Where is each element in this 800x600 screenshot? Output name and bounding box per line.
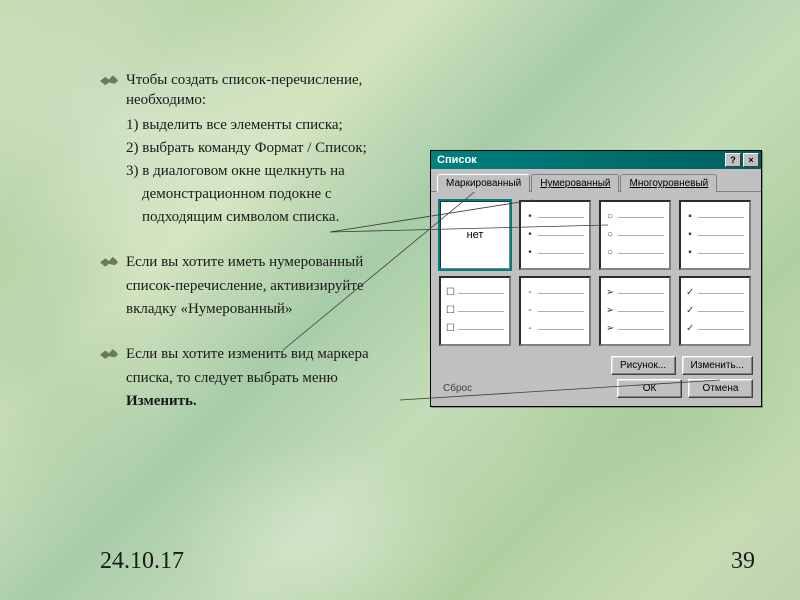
leaf-icon (100, 348, 118, 362)
tab-multilevel-label: Многоуровневый (629, 178, 708, 189)
bullet-3: Если вы хотите изменить вид маркера (100, 344, 410, 364)
bullet-1-item-3c: подходящим символом списка. (142, 207, 410, 228)
cancel-button[interactable]: Отмена (688, 379, 753, 398)
thumbnail-grid: нет • • • ○ ○ ○ ▪ ▪ ▪ ☐ ☐ ☐ - (439, 200, 753, 346)
footer-date: 24.10.17 (100, 548, 184, 575)
tab-numbered[interactable]: Нумерованный (531, 174, 619, 192)
close-button[interactable]: × (743, 153, 759, 167)
bullet-1-item-2: 2) выбрать команду Формат / Список; (126, 138, 410, 159)
bullet-3-line-1: Если вы хотите изменить вид маркера (126, 344, 369, 364)
thumb-arrow[interactable]: ➢ ➢ ➢ (599, 276, 671, 346)
list-dialog: Список ? × Маркированный Нумерованный Мн… (430, 150, 762, 407)
tab-multilevel[interactable]: Многоуровневый (620, 174, 717, 192)
leaf-icon (100, 74, 118, 88)
tab-bulleted-label: Маркированный (446, 178, 521, 189)
bullet-1-item-3b: демонстрационном подокне с (142, 184, 410, 205)
button-row-1: Рисунок... Изменить... (439, 356, 753, 375)
tab-numbered-label: Нумерованный (540, 178, 610, 189)
leaf-icon (100, 256, 118, 270)
thumb-checkbox[interactable]: ☐ ☐ ☐ (439, 276, 511, 346)
titlebar[interactable]: Список ? × (431, 151, 761, 169)
footer-page-number: 39 (731, 548, 755, 575)
bullet-1: Чтобы создать список-перечисление, необх… (100, 70, 410, 111)
bullet-2-line-1: Если вы хотите иметь нумерованный (126, 252, 363, 272)
bullet-2: Если вы хотите иметь нумерованный (100, 252, 410, 272)
thumb-square[interactable]: ▪ ▪ ▪ (679, 200, 751, 270)
thumb-check[interactable]: ✓ ✓ ✓ (679, 276, 751, 346)
ok-button[interactable]: ОК (617, 379, 682, 398)
dialog-title: Список (437, 154, 723, 166)
picture-button[interactable]: Рисунок... (611, 356, 676, 375)
thumb-none[interactable]: нет (439, 200, 511, 270)
slide-text-column: Чтобы создать список-перечисление, необх… (0, 0, 410, 412)
bullet-2-line-2: список-перечисление, активизируйте (126, 276, 410, 297)
bullet-1-item-3: 3) в диалоговом окне щелкнуть на (126, 161, 410, 182)
tab-bulleted[interactable]: Маркированный (437, 174, 530, 192)
thumb-circle[interactable]: ○ ○ ○ (599, 200, 671, 270)
button-row-2: Сброс ОК Отмена (439, 379, 753, 398)
thumb-disc[interactable]: • • • (519, 200, 591, 270)
thumb-dash[interactable]: - - - (519, 276, 591, 346)
modify-button[interactable]: Изменить... (682, 356, 753, 375)
reset-link[interactable]: Сброс (443, 383, 472, 394)
dialog-panel: нет • • • ○ ○ ○ ▪ ▪ ▪ ☐ ☐ ☐ - (431, 192, 761, 406)
tab-strip: Маркированный Нумерованный Многоуровневы… (431, 169, 761, 192)
bullet-2-line-3: вкладку «Нумерованный» (126, 299, 410, 320)
bullet-3-line-2: списка, то следует выбрать меню (126, 368, 410, 389)
bullet-1-lead: Чтобы создать список-перечисление, необх… (126, 70, 410, 111)
bullet-1-item-1: 1) выделить все элементы списка; (126, 115, 410, 136)
help-button[interactable]: ? (725, 153, 741, 167)
bullet-3-line-3: Изменить. (126, 391, 410, 412)
